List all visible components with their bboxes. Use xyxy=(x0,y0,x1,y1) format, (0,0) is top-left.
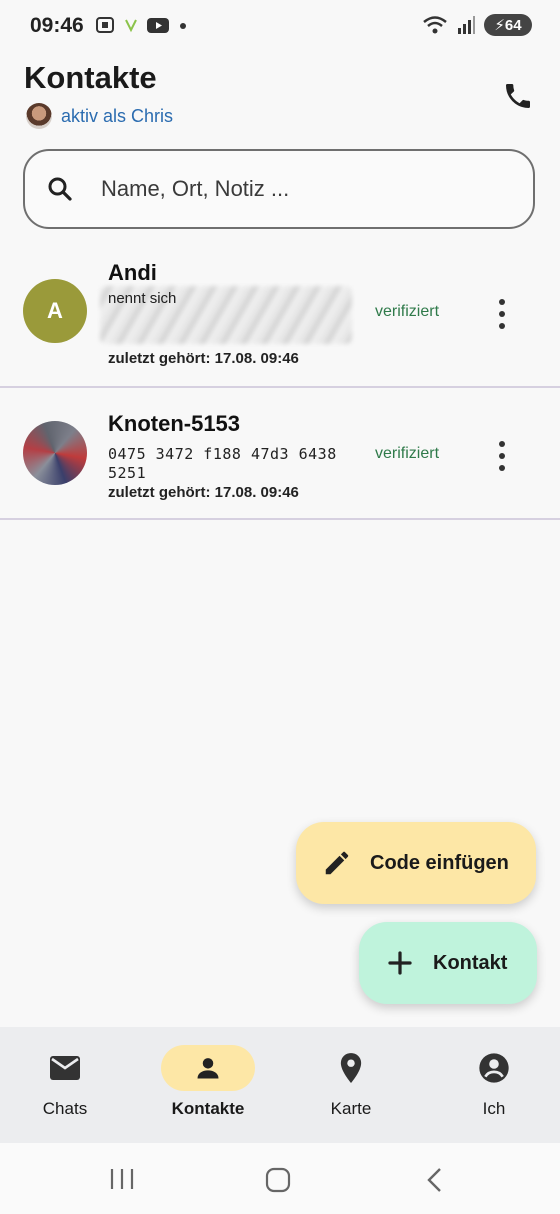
paste-code-label: Code einfügen xyxy=(370,851,509,874)
nav-label-kontakte: Kontakte xyxy=(171,1099,245,1118)
app-v-icon xyxy=(125,19,137,33)
dot-icon xyxy=(180,23,186,29)
contact-last-heard: zuletzt gehört: 17.08. 09:46 xyxy=(108,484,299,501)
battery-bolt-icon: ⚡ xyxy=(494,17,505,34)
status-time: 09:46 xyxy=(30,14,84,37)
mail-icon xyxy=(50,1056,80,1080)
person-icon xyxy=(197,1058,219,1079)
nav-item-kontakte[interactable]: Kontakte xyxy=(138,1027,278,1143)
system-navigation-bar xyxy=(0,1143,560,1214)
add-contact-button[interactable]: Kontakt xyxy=(359,922,537,1004)
wifi-icon xyxy=(423,16,447,34)
contact-avatar-image xyxy=(23,421,87,485)
plus-icon xyxy=(388,951,412,975)
contact-avatar: A xyxy=(23,279,87,343)
contact-name: Knoten-5153 xyxy=(108,411,241,436)
nav-label-karte: Karte xyxy=(330,1099,372,1118)
youtube-icon xyxy=(147,18,169,33)
verified-badge: verifiziert xyxy=(375,303,440,320)
contact-last-heard: zuletzt gehört: 17.08. 09:46 xyxy=(108,350,299,367)
status-notification-icons xyxy=(94,14,188,36)
back-icon[interactable] xyxy=(425,1166,445,1194)
contact-divider xyxy=(0,518,560,520)
more-vert-icon xyxy=(499,299,505,305)
search-bar[interactable] xyxy=(23,149,535,229)
paste-code-button[interactable]: Code einfügen xyxy=(296,822,536,904)
more-vert-icon xyxy=(499,441,505,447)
account-circle-icon xyxy=(479,1053,509,1083)
nav-label-chats: Chats xyxy=(42,1099,88,1118)
user-avatar xyxy=(26,103,52,129)
contact-row-knoten[interactable]: Knoten-5153 0475 3472 f188 47d3 6438 525… xyxy=(0,388,560,518)
location-pin-icon xyxy=(340,1053,362,1083)
battery-indicator: ⚡ 64 xyxy=(484,14,532,36)
contact-subtitle-overlay: nennt sich xyxy=(108,290,177,307)
active-user-label: aktiv als Chris xyxy=(61,105,174,126)
active-user-row[interactable]: aktiv als Chris xyxy=(26,103,173,129)
contact-key-line1: 0475 3472 f188 47d3 6438 xyxy=(108,445,337,463)
contact-row-andi[interactable]: A Andi nennt sich nennt sich zuletzt geh… xyxy=(0,248,560,386)
nav-item-ich[interactable]: Ich xyxy=(424,1027,560,1143)
bottom-navigation: Chats Kontakte Karte Ich xyxy=(0,1027,560,1143)
call-button[interactable] xyxy=(502,80,534,112)
nav-label-ich: Ich xyxy=(482,1099,506,1118)
pencil-icon xyxy=(325,851,349,875)
search-icon xyxy=(48,177,72,201)
contact-name: Andi xyxy=(108,260,157,285)
contact-key-line2: 5251 xyxy=(108,464,147,482)
page-title: Kontakte xyxy=(24,60,157,95)
contact-menu-button[interactable] xyxy=(490,299,514,329)
search-input[interactable] xyxy=(99,175,483,203)
signal-icon xyxy=(458,16,475,34)
add-contact-label: Kontakt xyxy=(433,951,508,974)
phone-icon xyxy=(506,84,530,108)
contact-menu-button[interactable] xyxy=(490,441,514,471)
screenshot-icon xyxy=(96,17,114,33)
status-system-icons: ⚡ 64 xyxy=(422,14,532,36)
nav-item-karte[interactable]: Karte xyxy=(281,1027,421,1143)
recent-apps-icon[interactable] xyxy=(108,1167,136,1191)
battery-level: 64 xyxy=(504,16,522,34)
nav-item-chats[interactable]: Chats xyxy=(0,1027,135,1143)
home-icon[interactable] xyxy=(265,1167,293,1193)
verified-badge: verifiziert xyxy=(375,445,440,462)
